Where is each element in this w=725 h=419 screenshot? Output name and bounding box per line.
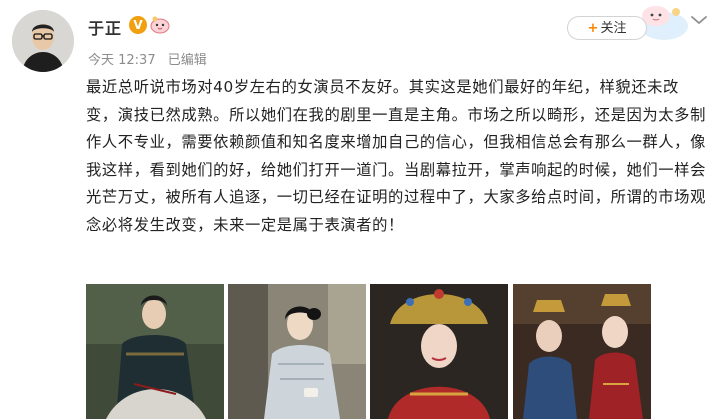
follow-button[interactable]: + 关注 [567,16,647,40]
chevron-down-icon[interactable] [689,14,709,26]
cloud-mascot-icon [149,14,171,36]
photo-3[interactable] [370,284,508,419]
post-text: 最近总听说市场对40岁左右的女演员不友好。其实这是她们最好的年纪，样貌还未改变，… [86,78,706,234]
username[interactable]: 于正 [88,15,122,39]
photo-2[interactable] [228,284,366,419]
post-time[interactable]: 今天 12:37 [88,53,156,68]
edited-label: 已编辑 [167,53,207,68]
photo-1[interactable] [86,284,224,419]
follow-label: 关注 [600,21,627,36]
photo-4[interactable] [513,284,651,419]
post-meta: 今天 12:37 已编辑 [88,49,215,68]
verified-badge-icon: V [129,16,147,34]
follow-plus: + [587,21,599,36]
avatar[interactable] [12,10,74,72]
photo-grid [86,284,651,419]
